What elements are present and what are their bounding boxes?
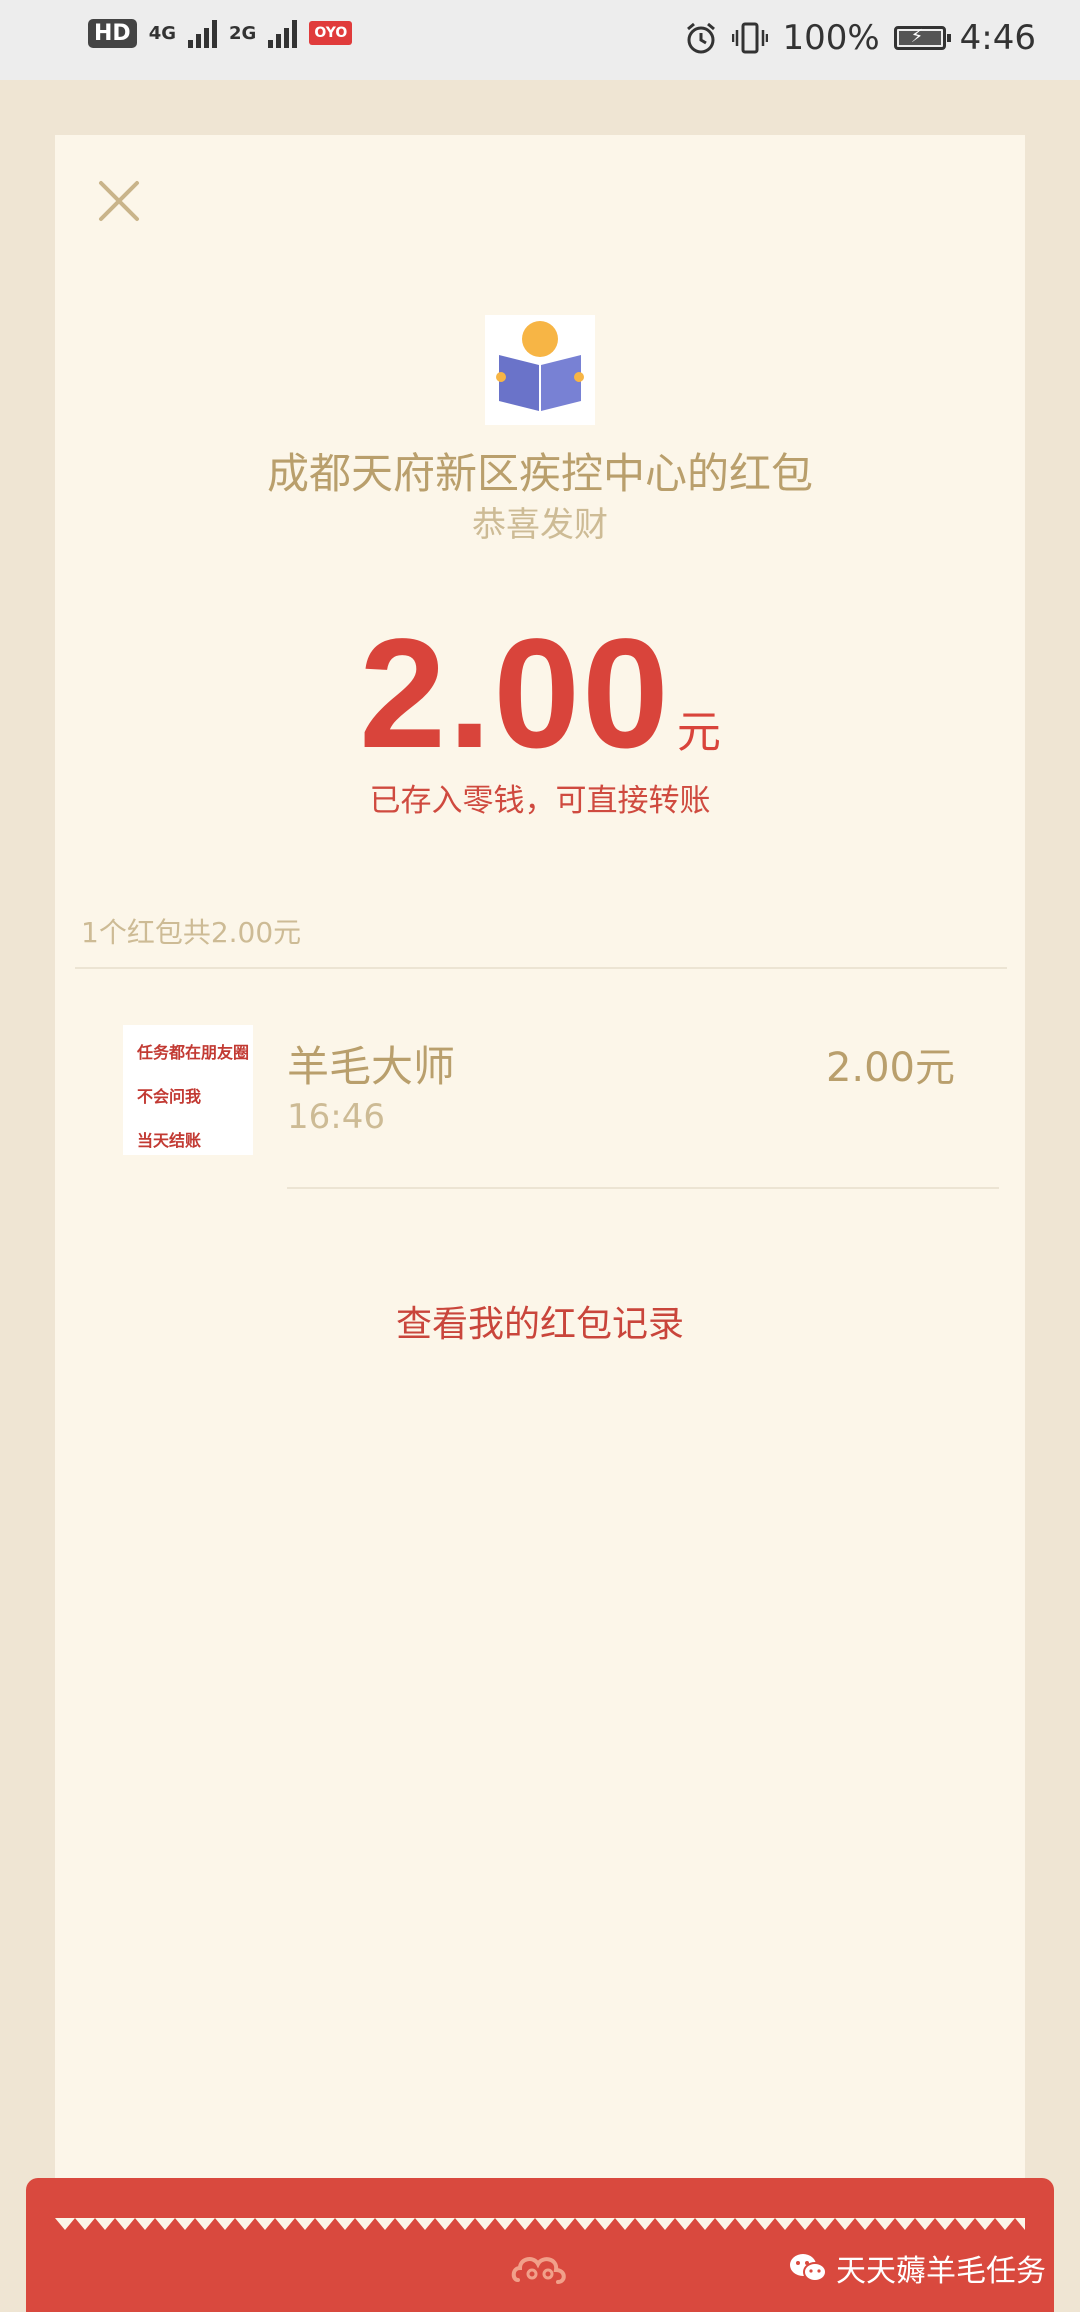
receiver-avatar: 任务都在朋友圈 不会问我 当天结账 xyxy=(123,1025,253,1155)
vibrate-icon xyxy=(732,22,769,54)
watermark: 天天薅羊毛任务 xyxy=(788,2246,1046,2290)
cloud-emblem-icon xyxy=(511,2257,566,2284)
bottom-band xyxy=(26,2178,1054,2312)
status-right: 100% ⚡ 4:46 xyxy=(684,18,1036,58)
zigzag-edge xyxy=(55,2218,1025,2230)
saved-to-change-note: 已存入零钱，可直接转账 xyxy=(369,783,711,819)
hd-badge: HD xyxy=(88,18,137,48)
summary-divider xyxy=(75,967,1007,969)
signal-bars-icon xyxy=(188,18,217,48)
battery-icon: ⚡ xyxy=(893,26,951,50)
amount-value: 2.00 xyxy=(359,607,671,781)
amount-display: 2.00 元 xyxy=(55,605,1025,784)
wechat-icon xyxy=(790,2254,827,2282)
avatar-caption: 任务都在朋友圈 xyxy=(137,1043,250,1062)
status-left: HD 4G 2G OYO xyxy=(88,18,353,48)
amount-unit: 元 xyxy=(676,707,721,758)
watermark-text: 天天薅羊毛任务 xyxy=(836,2254,1046,2289)
battery-percent: 100% xyxy=(782,18,880,58)
network-2g-label: 2G xyxy=(229,22,257,44)
receiver-amount: 2.00元 xyxy=(825,1045,955,1091)
avatar-caption: 不会问我 xyxy=(137,1087,202,1106)
network-4g-label: 4G xyxy=(148,22,176,44)
signal-bars-icon xyxy=(268,18,298,48)
close-icon[interactable] xyxy=(89,171,149,231)
carrier-badge: OYO xyxy=(309,21,353,45)
clock: 4:46 xyxy=(959,18,1036,58)
status-bar: HD 4G 2G OYO 100% ⚡ 4:46 xyxy=(0,0,1080,80)
sender-title: 成都天府新区疾控中心的红包 xyxy=(266,449,813,498)
sender-avatar xyxy=(485,315,595,425)
packet-summary: 1个红包共2.00元 xyxy=(81,916,302,949)
red-packet-card: 成都天府新区疾控中心的红包 恭喜发财 2.00 元 已存入零钱，可直接转账 1个红… xyxy=(55,135,1025,2245)
avatar-caption: 当天结账 xyxy=(137,1131,202,1150)
view-records-link[interactable]: 查看我的红包记录 xyxy=(55,1295,1025,1347)
receiver-name: 羊毛大师 xyxy=(287,1042,456,1091)
alarm-icon xyxy=(687,22,716,54)
greeting-subtitle: 恭喜发财 xyxy=(472,505,608,545)
receiver-divider xyxy=(287,1187,999,1189)
receiver-time: 16:46 xyxy=(287,1097,385,1137)
